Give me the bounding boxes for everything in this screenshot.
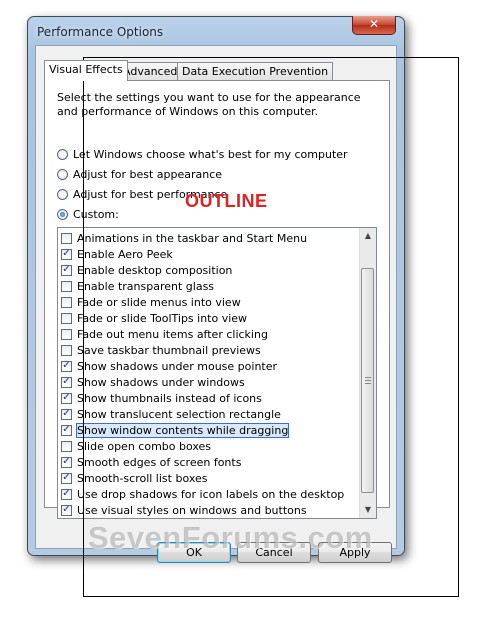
effect-item[interactable]: Slide open combo boxes — [61, 438, 211, 454]
checkbox-checked[interactable]: ✓ — [61, 392, 72, 404]
effect-item[interactable]: Enable transparent glass — [61, 278, 214, 294]
outline-annotation: OUTLINE — [185, 191, 268, 211]
check-icon: ✓ — [62, 472, 71, 483]
effect-item[interactable]: Fade out menu items after clicking — [61, 326, 268, 342]
radio-button[interactable] — [57, 188, 68, 200]
checkbox-unchecked[interactable] — [61, 440, 72, 452]
title-bar[interactable]: Performance Options ✕ — [28, 16, 404, 45]
scroll-down-arrow-icon[interactable]: ▼ — [360, 502, 376, 518]
performance-options-dialog: Performance Options ✕ Visual Effects Adv… — [27, 16, 405, 563]
checkbox-checked[interactable]: ✓ — [61, 248, 72, 260]
visual-effects-panel: Select the settings you want to use for … — [44, 80, 390, 519]
effect-label: Smooth edges of screen fonts — [77, 455, 242, 469]
effect-label: Enable Aero Peek — [77, 247, 173, 261]
effect-label: Slide open combo boxes — [77, 439, 212, 453]
radio-best-appearance[interactable]: Adjust for best appearance — [57, 166, 222, 182]
checkbox-unchecked[interactable] — [61, 232, 72, 244]
effect-label: Fade out menu items after clicking — [77, 327, 268, 341]
effect-item[interactable]: ✓ Enable Aero Peek — [61, 246, 173, 262]
effect-label: Use visual styles on windows and buttons — [77, 503, 307, 517]
effect-label: Use drop shadows for icon labels on the … — [77, 487, 345, 501]
checkbox-unchecked[interactable] — [61, 344, 72, 356]
effect-item[interactable]: ✓ Show shadows under mouse pointer — [61, 358, 277, 374]
close-button[interactable]: ✕ — [352, 16, 396, 35]
radio-custom[interactable]: Custom: — [57, 206, 119, 222]
check-icon: ✓ — [62, 376, 71, 387]
check-icon: ✓ — [62, 504, 71, 515]
checkbox-checked[interactable]: ✓ — [61, 424, 72, 436]
radio-label: Adjust for best appearance — [73, 167, 223, 181]
radio-button[interactable] — [57, 148, 68, 160]
check-icon: ✓ — [62, 392, 71, 403]
tab-visual-effects[interactable]: Visual Effects — [44, 60, 128, 81]
effect-label: Show shadows under windows — [77, 375, 245, 389]
effect-item[interactable]: ✓ Smooth-scroll list boxes — [61, 470, 208, 486]
effect-item[interactable]: Animations in the taskbar and Start Menu — [61, 230, 307, 246]
checkbox-unchecked[interactable] — [61, 296, 72, 308]
window-title: Performance Options — [37, 25, 164, 39]
effect-label: Fade or slide menus into view — [77, 295, 241, 309]
tab-data-execution-prevention[interactable]: Data Execution Prevention — [177, 62, 334, 80]
panel-description: Select the settings you want to use for … — [57, 91, 361, 118]
check-icon: ✓ — [62, 424, 71, 435]
dialog-client-area: Visual Effects Advanced Data Execution P… — [35, 45, 397, 563]
radio-label: Let Windows choose what's best for my co… — [73, 147, 348, 161]
effect-item[interactable]: ✓ Show translucent selection rectangle — [61, 406, 281, 422]
checkbox-checked[interactable]: ✓ — [61, 456, 72, 468]
effect-item[interactable]: ✓ Show thumbnails instead of icons — [61, 390, 262, 406]
checkbox-unchecked[interactable] — [61, 312, 72, 324]
effect-item[interactable]: Fade or slide menus into view — [61, 294, 241, 310]
effect-item[interactable]: ✓ Show window contents while dragging — [61, 422, 290, 438]
checkbox-checked[interactable]: ✓ — [61, 264, 72, 276]
checkbox-checked[interactable]: ✓ — [61, 488, 72, 500]
check-icon: ✓ — [62, 360, 71, 371]
effect-label: Show translucent selection rectangle — [77, 407, 281, 421]
checkbox-checked[interactable]: ✓ — [61, 472, 72, 484]
check-icon: ✓ — [62, 264, 71, 275]
effect-item[interactable]: ✓ Smooth edges of screen fonts — [61, 454, 241, 470]
effect-item[interactable]: ✓ Use drop shadows for icon labels on the… — [61, 486, 344, 502]
scroll-thumb[interactable] — [361, 268, 374, 493]
effect-item[interactable]: Fade or slide ToolTips into view — [61, 310, 247, 326]
effect-label: Fade or slide ToolTips into view — [77, 311, 248, 325]
radio-let-windows-choose[interactable]: Let Windows choose what's best for my co… — [57, 146, 348, 162]
effect-item[interactable]: ✓ Enable desktop composition — [61, 262, 232, 278]
radio-button[interactable] — [57, 168, 68, 180]
effect-label: Smooth-scroll list boxes — [77, 471, 208, 485]
checkbox-unchecked[interactable] — [61, 280, 72, 292]
watermark: SevenForums.com — [88, 520, 373, 555]
checkbox-checked[interactable]: ✓ — [61, 360, 72, 372]
effect-item[interactable]: ✓ Use visual styles on windows and button… — [61, 502, 307, 518]
checkbox-checked[interactable]: ✓ — [61, 408, 72, 420]
scroll-up-arrow-icon[interactable]: ▲ — [360, 228, 376, 244]
effect-item[interactable]: ✓ Show shadows under windows — [61, 374, 245, 390]
check-icon: ✓ — [62, 248, 71, 259]
checkbox-checked[interactable]: ✓ — [61, 504, 72, 516]
effect-item[interactable]: Save taskbar thumbnail previews — [61, 342, 261, 358]
scroll-grip — [365, 377, 371, 384]
vertical-scrollbar[interactable]: ▲ ▼ — [359, 228, 376, 518]
radio-button-checked[interactable] — [57, 208, 68, 220]
check-icon: ✓ — [62, 488, 71, 499]
checkbox-unchecked[interactable] — [61, 328, 72, 340]
visual-effects-list[interactable]: Animations in the taskbar and Start Menu… — [57, 227, 377, 519]
checkbox-checked[interactable]: ✓ — [61, 376, 72, 388]
effect-label: Animations in the taskbar and Start Menu — [77, 231, 308, 245]
effect-label: Show window contents while dragging — [75, 422, 290, 438]
effect-label: Show shadows under mouse pointer — [77, 359, 278, 373]
effect-label: Show thumbnails instead of icons — [77, 391, 262, 405]
effect-label: Save taskbar thumbnail previews — [77, 343, 261, 357]
effect-label: Enable transparent glass — [77, 279, 215, 293]
check-icon: ✓ — [62, 456, 71, 467]
check-icon: ✓ — [62, 408, 71, 419]
radio-label: Custom: — [73, 207, 119, 221]
effect-label: Enable desktop composition — [77, 263, 233, 277]
